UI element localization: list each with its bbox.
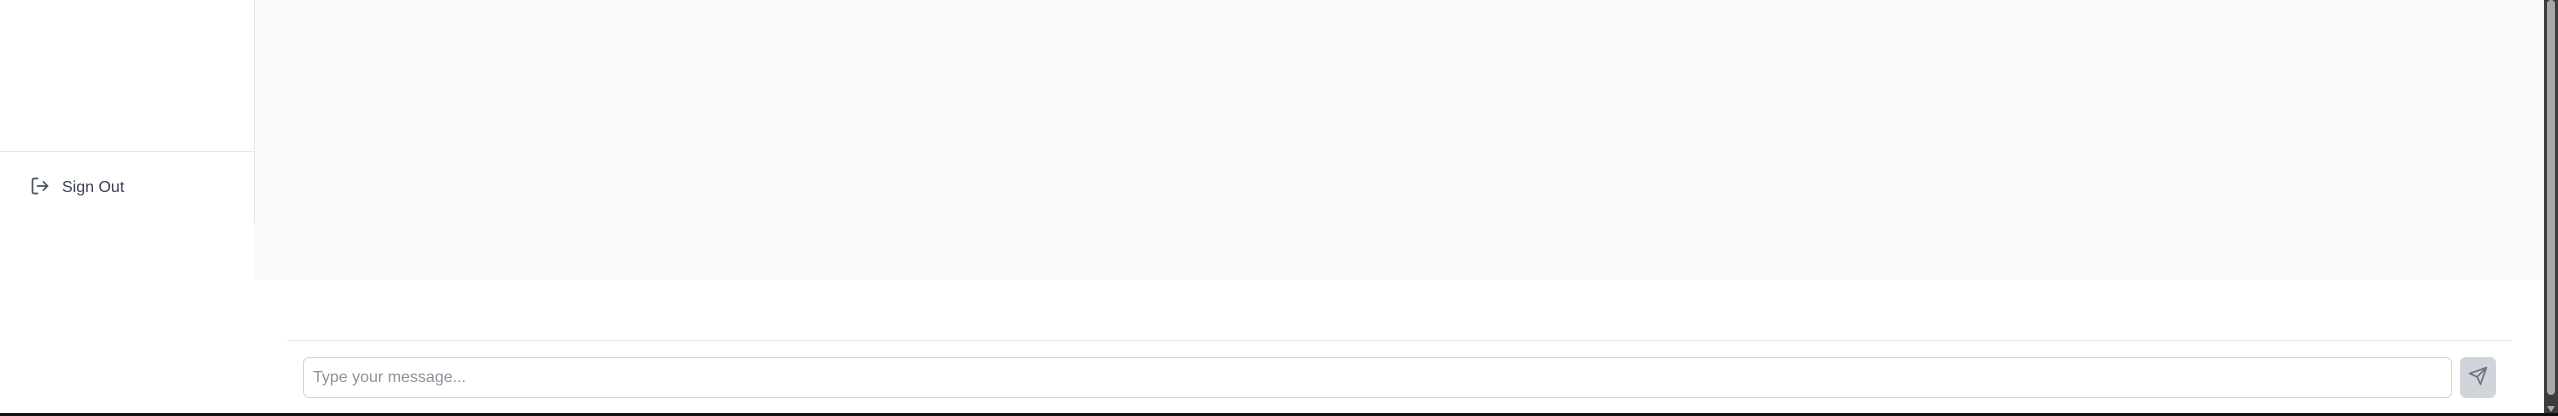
chat-messages-area [255,0,2544,280]
sidebar: Sign Out [0,0,255,223]
sign-out-button[interactable]: Sign Out [30,174,124,202]
sign-out-icon [30,176,50,201]
sign-out-label: Sign Out [62,179,125,196]
scrollbar-thumb[interactable] [2547,0,2555,395]
send-button[interactable] [2460,357,2496,398]
scroll-down-arrow-icon[interactable] [2547,406,2555,412]
send-icon [2468,366,2488,389]
scrollbar[interactable] [2544,0,2558,414]
sidebar-divider [0,151,254,152]
message-input[interactable] [303,357,2452,398]
message-input-wrapper: Type your message... [303,357,2452,398]
composer-divider [287,340,2512,341]
